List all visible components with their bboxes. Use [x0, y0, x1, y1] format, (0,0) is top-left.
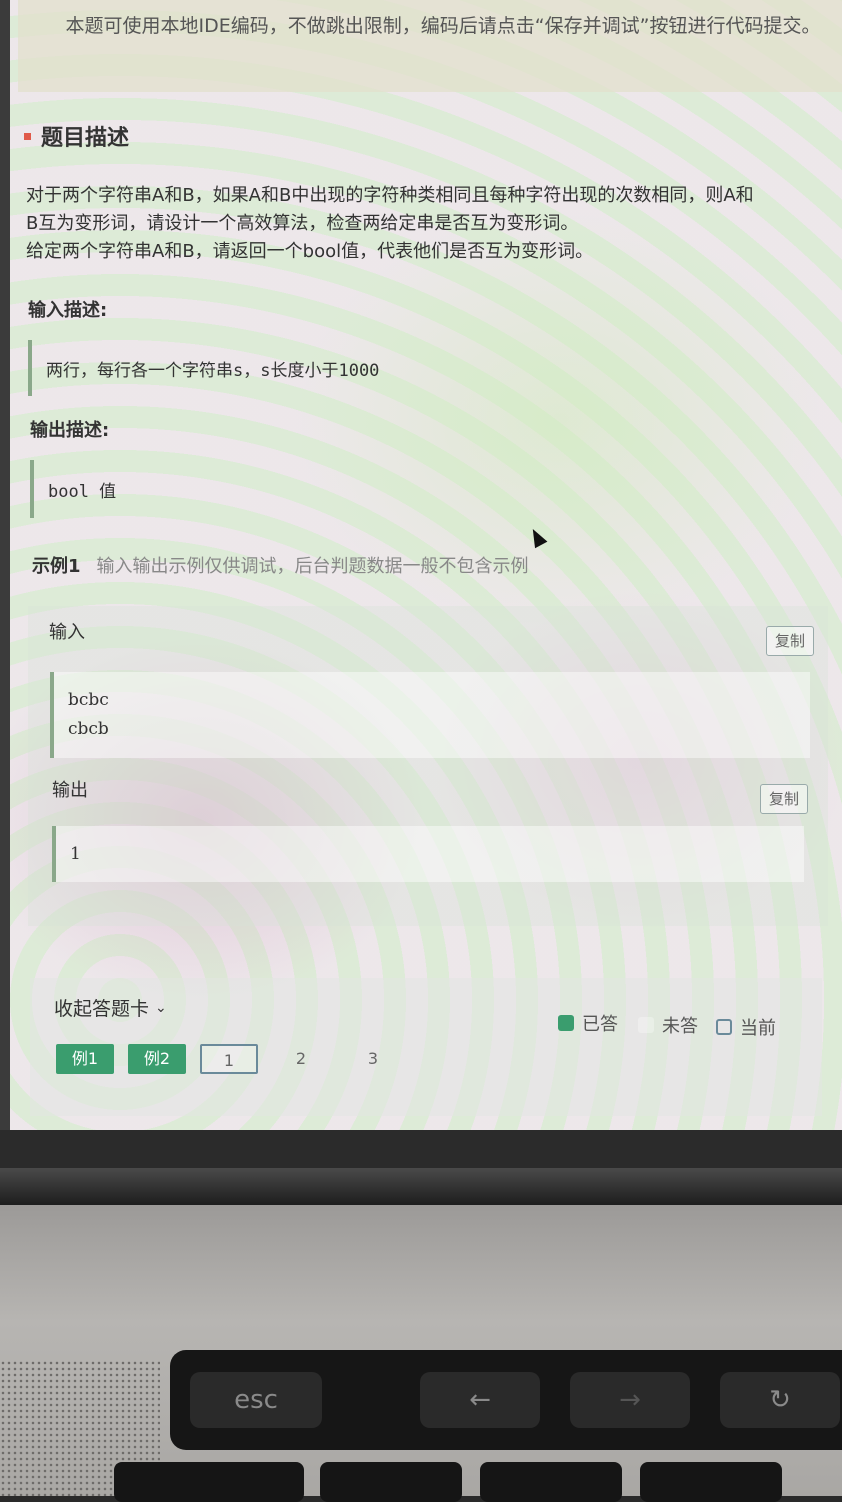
description-line: B互为变形词，请设计一个高效算法，检查两给定串是否互为变形词。: [26, 213, 579, 234]
description-line: 给定两个字符串A和B，请返回一个bool值，代表他们是否互为变形词。: [26, 241, 594, 262]
example-io-panel: 输入 复制 bcbc cbcb 输出 复制 1: [28, 606, 828, 926]
mouse-cursor-icon: [526, 525, 548, 549]
legend-current: 当前: [716, 1014, 776, 1040]
notice-banner: 本题可使用本地IDE编码，不做跳出限制，编码后请点击“保存并调试”按钮进行代码提…: [18, 0, 842, 92]
key[interactable]: [114, 1462, 304, 1502]
legend-answered-label: 已答: [582, 1014, 618, 1035]
keyboard-row: [114, 1462, 842, 1502]
key[interactable]: [320, 1462, 462, 1502]
example-note: 输入输出示例仅供调试，后台判题数据一般不包含示例: [96, 556, 529, 577]
esc-key[interactable]: esc: [190, 1372, 322, 1428]
input-desc-text: 两行，每行各一个字符串s，s长度小于1000: [28, 340, 379, 396]
question-button-2[interactable]: 2: [272, 1044, 330, 1074]
current-swatch-icon: [716, 1019, 732, 1035]
laptop-hinge: [0, 1168, 842, 1208]
copy-input-button[interactable]: 复制: [766, 626, 814, 656]
example-input-line: cbcb: [68, 719, 109, 739]
section-title: 题目描述: [24, 120, 129, 152]
touch-bar: esc ← → ↻: [170, 1350, 842, 1450]
screen-bezel-left: [0, 0, 10, 1130]
description-line: 对于两个字符串A和B，如果A和B中出现的字符种类相同且每种字符出现的次数相同，则…: [26, 185, 754, 206]
section-title-text: 题目描述: [41, 126, 130, 151]
example-label: 示例1: [32, 556, 81, 577]
refresh-icon[interactable]: ↻: [720, 1372, 840, 1428]
input-desc-title: 输入描述:: [28, 300, 108, 321]
legend-current-label: 当前: [740, 1018, 776, 1039]
legend-answered: 已答: [558, 1010, 618, 1036]
example-input-box: bcbc cbcb: [50, 672, 810, 758]
collapse-answer-card-button[interactable]: 收起答题卡 ⌄: [54, 994, 167, 1021]
legend-unanswered: 未答: [638, 1012, 698, 1038]
key[interactable]: [640, 1462, 782, 1502]
output-desc-title: 输出描述:: [30, 420, 110, 441]
problem-description: 对于两个字符串A和B，如果A和B中出现的字符种类相同且每种字符出现的次数相同，则…: [26, 182, 842, 266]
answer-card: 收起答题卡 ⌄ 已答 未答 当前 例1 例2 1 2 3: [30, 978, 822, 1116]
notice-text: 本题可使用本地IDE编码，不做跳出限制，编码后请点击“保存并调试”按钮进行代码提…: [65, 15, 821, 37]
example-header: 示例1 输入输出示例仅供调试，后台判题数据一般不包含示例: [32, 552, 529, 578]
forward-arrow-icon[interactable]: →: [570, 1372, 690, 1428]
output-desc-text: bool 值: [30, 460, 116, 518]
copy-output-button[interactable]: 复制: [760, 784, 808, 814]
question-button-1[interactable]: 1: [200, 1044, 258, 1074]
unanswered-swatch-icon: [638, 1017, 654, 1033]
example-input-label: 输入: [49, 622, 85, 643]
back-arrow-icon[interactable]: ←: [420, 1372, 540, 1428]
section-marker-icon: [24, 132, 31, 140]
collapse-label: 收起答题卡: [54, 998, 150, 1020]
example-output-label: 输出: [52, 780, 88, 801]
example-output-box: 1: [52, 826, 804, 882]
key[interactable]: [480, 1462, 622, 1502]
legend-unanswered-label: 未答: [662, 1016, 698, 1037]
question-button-3[interactable]: 3: [344, 1044, 402, 1074]
chevron-down-icon: ⌄: [155, 999, 167, 1016]
example-input-line: bcbc: [68, 690, 109, 710]
example-output-line: 1: [70, 844, 81, 864]
question-button-ex2[interactable]: 例2: [128, 1044, 186, 1074]
browser-screen: 本题可使用本地IDE编码，不做跳出限制，编码后请点击“保存并调试”按钮进行代码提…: [0, 0, 842, 1130]
question-button-ex1[interactable]: 例1: [56, 1044, 114, 1074]
answered-swatch-icon: [558, 1015, 574, 1031]
